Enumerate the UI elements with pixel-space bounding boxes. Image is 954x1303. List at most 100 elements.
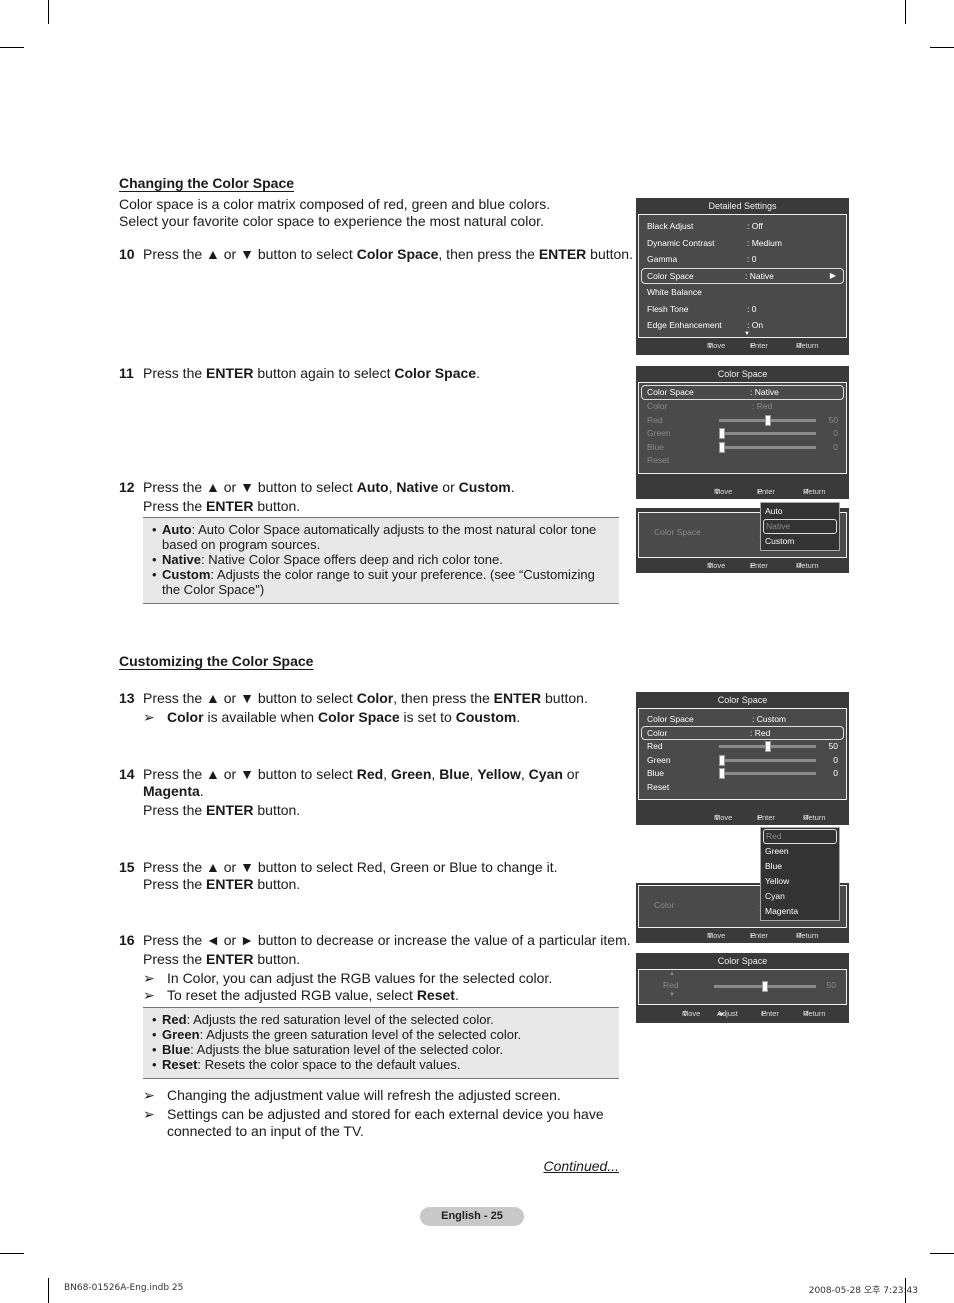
osd-title: Detailed Settings (636, 198, 849, 214)
osd-row-label: Color Space (654, 527, 701, 537)
step-text: . (516, 709, 521, 725)
osd-row[interactable]: Dynamic Contrast: Medium (639, 235, 846, 252)
slider-thumb[interactable] (719, 441, 725, 453)
hint-label: Enter (750, 561, 768, 570)
step-11: 11 Press the ENTER button again to select… (119, 365, 480, 382)
osd-footer: ⇕ Move ◂▸ Adjust ↵ Enter ↺ Return (636, 1006, 849, 1021)
osd-row-label: Edge Enhancement (647, 320, 722, 330)
osd-color-space-native: Color Space Color Space: Native Color: R… (636, 366, 849, 499)
osd-row-label: Reset (647, 455, 670, 465)
note: ➢ Changing the adjustment value will refr… (143, 1087, 619, 1104)
osd-row-selected[interactable]: Color Space: Native (641, 385, 844, 400)
osd-row: Color: Red (639, 400, 846, 414)
bullet: • (152, 1057, 157, 1072)
option-red-selected[interactable]: Red (763, 829, 837, 844)
info-item: • Reset: Resets the color space to the de… (143, 1057, 619, 1072)
osd-row-label: Black Adjust (647, 221, 694, 231)
slider-track[interactable] (719, 414, 816, 426)
end-notes: ➢ Changing the adjustment value will refr… (143, 1087, 619, 1140)
info-term: Reset (162, 1057, 198, 1072)
hint-label: Enter (750, 341, 768, 350)
osd-row[interactable]: Edge Enhancement: On (639, 317, 846, 334)
hint-label: Move (707, 341, 726, 350)
osd-row[interactable]: White Balance (639, 284, 846, 301)
scroll-down-icon[interactable]: ▼ (744, 331, 750, 337)
osd-row[interactable]: Gamma: 0 (639, 251, 846, 268)
osd-row-value: 0 (833, 428, 838, 438)
color-options-list: Red Green Blue Yellow Cyan Magenta (760, 827, 840, 921)
slider-track[interactable] (719, 754, 816, 766)
osd-row-label: Reset (647, 781, 670, 792)
option-custom[interactable]: Custom (761, 534, 839, 549)
section-heading-changing: Changing the Color Space (119, 175, 295, 191)
step-text: Press the ▲ or ▼ button to select (143, 246, 357, 262)
osd-row-value: 50 (828, 414, 838, 425)
intro-paragraph: Color space is a color matrix composed o… (119, 196, 550, 230)
osd-row-label: Blue (647, 768, 665, 778)
osd-row[interactable]: Color Space: Custom (639, 713, 846, 726)
note: ➢ In Color, you can adjust the RGB values… (143, 970, 631, 987)
osd-row-selected[interactable]: Color: Red (641, 726, 844, 740)
step-text: is available when (203, 709, 318, 725)
step-text: or (438, 479, 459, 495)
osd-row-selected[interactable]: Color Space: Native ▶ (641, 267, 844, 284)
slider-thumb[interactable] (764, 741, 771, 752)
step-text: button. (541, 690, 588, 706)
bullet: • (152, 1012, 157, 1027)
slider-track[interactable] (719, 428, 816, 439)
osd-title: Color Space (636, 366, 849, 382)
option-blue[interactable]: Blue (761, 859, 839, 874)
slider-track[interactable] (719, 768, 816, 779)
step-text: button. (253, 951, 301, 967)
step-15: 15 Press the ▲ or ▼ button to select Red,… (119, 859, 557, 893)
slider-thumb[interactable] (719, 754, 725, 766)
slider-thumb[interactable] (719, 428, 725, 439)
step-bold: Color Space (356, 246, 439, 262)
step-bold: ENTER (206, 365, 254, 381)
info-text: : Adjusts the color range to suit your p… (162, 567, 595, 597)
slider-thumb[interactable] (719, 768, 725, 779)
option-native-selected[interactable]: Native (763, 519, 837, 534)
step-text: Press the (143, 802, 207, 818)
info-term: Blue (162, 1042, 191, 1057)
option-magenta[interactable]: Magenta (761, 904, 839, 919)
osd-row[interactable]: Flesh Tone: 0 (639, 301, 846, 318)
step-bold: Blue (439, 766, 470, 782)
osd-row[interactable]: Black Adjust: Off (639, 218, 846, 235)
osd-row[interactable]: Reset (639, 781, 846, 795)
slider-thumb[interactable] (764, 414, 771, 426)
step-bold: ENTER (206, 951, 254, 967)
slider-track[interactable] (714, 981, 816, 992)
option-green[interactable]: Green (761, 844, 839, 859)
crop-mark (48, 1278, 49, 1303)
slider-track[interactable] (719, 441, 816, 453)
step-text: button again to select (253, 365, 395, 381)
info-box-rgb: • Red: Adjusts the red saturation level o… (143, 1007, 619, 1079)
up-arrow-icon[interactable]: ▲ (669, 971, 675, 977)
osd-footer: ⇕ Move ↵ Enter ↺ Return (636, 810, 849, 825)
slider-thumb[interactable] (762, 981, 768, 992)
osd-footer: ⇕ Move ↵ Enter ↺ Return (636, 558, 849, 573)
info-item: • Custom: Adjusts the color range to suit… (143, 567, 619, 597)
step-bold: Native (396, 479, 439, 495)
osd-row-label: Color Space (647, 270, 694, 281)
down-arrow-icon[interactable]: ▼ (669, 992, 675, 998)
osd-row-label: Color (647, 728, 668, 738)
arrow-note-icon: ➢ (143, 970, 155, 986)
option-auto[interactable]: Auto (761, 504, 839, 519)
step-bold: ENTER (206, 802, 254, 818)
step-bold: Auto (356, 479, 389, 495)
option-yellow[interactable]: Yellow (761, 874, 839, 889)
page-number-badge: English - 25 (420, 1207, 524, 1226)
osd-row-label: Color (654, 900, 675, 910)
section-heading-customizing: Customizing the Color Space (119, 653, 314, 669)
info-text: : Auto Color Space automatically adjusts… (162, 522, 597, 552)
step-number: 12 (119, 479, 135, 495)
option-cyan[interactable]: Cyan (761, 889, 839, 904)
step-number: 10 (119, 246, 135, 262)
hint-label: Enter (757, 487, 775, 496)
slider-track[interactable] (719, 741, 816, 752)
osd-color-space-custom: Color Space Color Space: Custom Color: R… (636, 692, 849, 825)
osd-row-value: 50 (828, 741, 838, 751)
bullet: • (152, 567, 157, 582)
